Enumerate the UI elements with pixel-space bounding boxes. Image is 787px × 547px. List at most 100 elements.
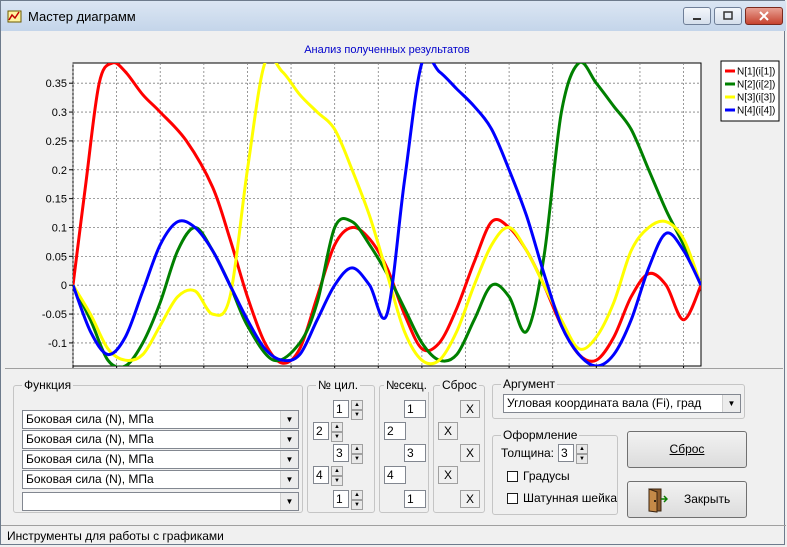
y-tick-label: 0.05 <box>46 251 67 263</box>
legend-entry: N[4](i[4]) <box>737 106 775 117</box>
function-select-3[interactable]: Боковая сила (N), МПа ▼ <box>22 450 299 469</box>
spin-down-icon[interactable]: ▼ <box>331 432 343 442</box>
spin-down-icon[interactable]: ▼ <box>576 454 588 464</box>
degrees-checkbox[interactable] <box>507 471 518 482</box>
crank-checkbox[interactable] <box>507 493 518 504</box>
y-tick-label: 0.25 <box>46 136 67 148</box>
function-select-2[interactable]: Боковая сила (N), МПа ▼ <box>22 430 299 449</box>
y-tick-label: 0.15 <box>46 194 67 206</box>
minimize-button[interactable] <box>683 7 711 25</box>
reset-button-label: Сброс <box>669 442 705 456</box>
crank-label: Шатунная шейка <box>523 491 617 505</box>
function-select-5[interactable]: ▼ <box>22 492 299 511</box>
cylinder-spin-4[interactable]: 4 <box>313 466 329 484</box>
section-field-4[interactable]: 4 <box>384 466 406 484</box>
chart-title: Анализ полученных результатов <box>304 44 470 56</box>
reset-row-3-button[interactable]: X <box>460 444 480 462</box>
spin-up-icon[interactable]: ▲ <box>331 466 343 476</box>
close-window-button[interactable] <box>745 7 783 25</box>
spin-up-icon[interactable]: ▲ <box>351 444 363 454</box>
reset-row-group-label: Сброс <box>440 378 479 392</box>
spin-down-icon[interactable]: ▼ <box>351 410 363 420</box>
spin-up-icon[interactable]: ▲ <box>351 490 363 500</box>
function-select-1[interactable]: Боковая сила (N), МПа ▼ <box>22 410 299 429</box>
cylinder-spin-3-buttons[interactable]: ▲ ▼ <box>351 444 363 464</box>
cylinder-spin-5-buttons[interactable]: ▲ ▼ <box>351 490 363 510</box>
chevron-down-icon: ▼ <box>280 471 298 488</box>
spin-up-icon[interactable]: ▲ <box>576 444 588 454</box>
chevron-down-icon: ▼ <box>722 395 740 412</box>
cylinder-group: № цил. 1 ▲ ▼ 2 ▲ ▼ 3 ▲ ▼ 4 ▲ ▼ 1 ▲ ▼ <box>307 378 375 513</box>
close-button-label: Закрыть <box>684 492 731 506</box>
chart: 0501001502002503003504004505005506006507… <box>42 44 780 368</box>
section-group: №секц. 1 2 3 4 1 <box>379 378 430 513</box>
function-select-4[interactable]: Боковая сила (N), МПа ▼ <box>22 470 299 489</box>
section-field-3[interactable]: 3 <box>404 444 426 462</box>
spin-up-icon[interactable]: ▲ <box>331 422 343 432</box>
legend-entry: N[1](i[1]) <box>737 67 775 78</box>
design-group: Оформление Толщина: 3 ▲ ▼ Градусы Шатунна… <box>492 428 618 515</box>
legend-entry: N[2](i[2]) <box>737 80 775 91</box>
chevron-down-icon: ▼ <box>280 493 298 510</box>
cylinder-spin-2-buttons[interactable]: ▲ ▼ <box>331 422 343 442</box>
argument-group: Аргумент Угловая координата вала (Fi), г… <box>492 377 745 419</box>
status-bar: Инструменты для работы с графиками <box>1 525 786 547</box>
design-group-label: Оформление <box>501 428 580 442</box>
maximize-button[interactable] <box>714 7 742 25</box>
argument-group-label: Аргумент <box>501 377 557 391</box>
door-exit-icon <box>648 488 668 513</box>
cylinder-spin-4-buttons[interactable]: ▲ ▼ <box>331 466 343 486</box>
section-field-1[interactable]: 1 <box>404 400 426 418</box>
minimize-icon <box>693 18 701 20</box>
controls-panel: Функция Боковая сила (N), МПа ▼ Боковая с… <box>5 368 783 525</box>
reset-row-4-button[interactable]: X <box>438 466 458 484</box>
maximize-icon <box>723 11 733 20</box>
function-select-3-value: Боковая сила (N), МПа <box>26 452 154 466</box>
main-window: Мастер диаграмм 050100150200250300350400… <box>0 0 786 547</box>
reset-button[interactable]: Сброс <box>627 431 747 468</box>
thickness-spin[interactable]: 3 <box>558 444 574 462</box>
spin-down-icon[interactable]: ▼ <box>351 454 363 464</box>
section-group-label: №секц. <box>384 378 430 392</box>
cylinder-spin-2[interactable]: 2 <box>313 422 329 440</box>
chart-panel: 0501001502002503003504004505005506006507… <box>5 31 783 368</box>
reset-row-5-button[interactable]: X <box>460 490 480 508</box>
function-select-2-value: Боковая сила (N), МПа <box>26 432 154 446</box>
spin-up-icon[interactable]: ▲ <box>351 400 363 410</box>
section-field-5[interactable]: 1 <box>404 490 426 508</box>
app-icon <box>7 10 22 23</box>
close-button[interactable]: Закрыть <box>627 481 747 518</box>
function-select-4-value: Боковая сила (N), МПа <box>26 472 154 486</box>
cylinder-group-label: № цил. <box>316 378 361 392</box>
chevron-down-icon: ▼ <box>280 411 298 428</box>
chevron-down-icon: ▼ <box>280 451 298 468</box>
window-title: Мастер диаграмм <box>28 9 136 24</box>
y-tick-label: 0.3 <box>52 107 67 119</box>
close-icon <box>759 11 769 21</box>
argument-select[interactable]: Угловая координата вала (Fi), град ▼ <box>503 394 741 413</box>
degrees-label: Градусы <box>523 469 570 483</box>
section-field-2[interactable]: 2 <box>384 422 406 440</box>
y-tick-label: 0.35 <box>46 78 67 90</box>
thickness-spin-buttons[interactable]: ▲ ▼ <box>576 444 588 464</box>
status-text: Инструменты для работы с графиками <box>7 529 224 543</box>
reset-row-1-button[interactable]: X <box>460 400 480 418</box>
function-select-1-value: Боковая сила (N), МПа <box>26 412 154 426</box>
function-group: Функция Боковая сила (N), МПа ▼ Боковая с… <box>13 378 303 513</box>
y-tick-label: -0.1 <box>48 338 67 350</box>
cylinder-spin-5[interactable]: 1 <box>333 490 349 508</box>
cylinder-spin-3[interactable]: 3 <box>333 444 349 462</box>
y-tick-label: -0.05 <box>42 309 67 321</box>
function-group-label: Функция <box>22 378 74 392</box>
spin-down-icon[interactable]: ▼ <box>331 476 343 486</box>
cylinder-spin-1-buttons[interactable]: ▲ ▼ <box>351 400 363 420</box>
cylinder-spin-1[interactable]: 1 <box>333 400 349 418</box>
thickness-label: Толщина: <box>501 446 555 460</box>
title-bar[interactable]: Мастер диаграмм <box>1 1 786 31</box>
spin-down-icon[interactable]: ▼ <box>351 500 363 510</box>
y-tick-label: 0 <box>61 280 67 292</box>
legend-entry: N[3](i[3]) <box>737 93 775 104</box>
reset-row-2-button[interactable]: X <box>438 422 458 440</box>
argument-select-value: Угловая координата вала (Fi), град <box>507 396 702 410</box>
y-tick-label: 0.2 <box>52 165 67 177</box>
